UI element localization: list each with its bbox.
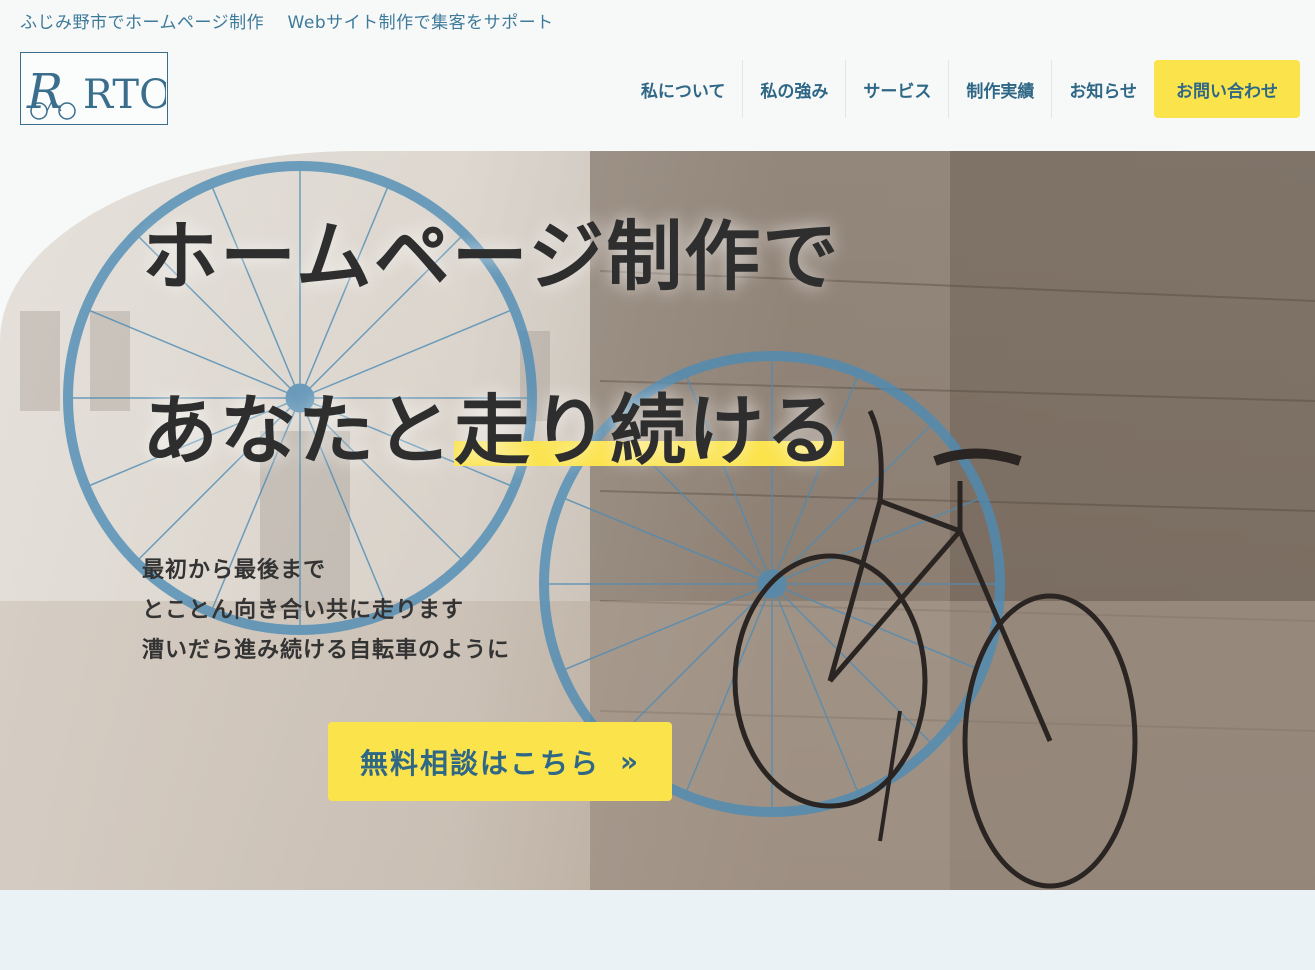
hero-copy-line: 漕いだら進み続ける自転車のように [142, 638, 511, 663]
hero-section: ホームページ制作で あなたと走り続ける 最初から最後まで とことん向き合い共に走… [0, 151, 1315, 890]
hero-title-highlight: 走り続ける [454, 386, 844, 475]
hero-title-line2: あなたと走り続ける [142, 369, 844, 479]
main-nav: 私について 私の強み サービス 制作実績 お知らせ お問い合わせ [624, 60, 1300, 118]
site-logo[interactable]: R RTO [20, 52, 168, 125]
hero-title-plain: あなたと [142, 386, 454, 475]
nav-strengths[interactable]: 私の強み [743, 60, 847, 118]
hero-copy-line: とことん向き合い共に走ります [142, 598, 465, 623]
double-chevron-right-icon: » [619, 745, 641, 778]
header-tagline: ふじみ野市でホームページ制作 Webサイト制作で集客をサポート [20, 13, 554, 33]
contact-button[interactable]: お問い合わせ [1154, 60, 1300, 118]
logo-text: RTO [83, 72, 166, 118]
nav-news[interactable]: お知らせ [1052, 60, 1154, 118]
next-section-background [0, 890, 1315, 970]
nav-services[interactable]: サービス [846, 60, 950, 118]
hero-copy: 最初から最後まで とことん向き合い共に走ります 漕いだら進み続ける自転車のように [142, 551, 510, 671]
hero-copy-line: 最初から最後まで [142, 558, 327, 583]
nav-about[interactable]: 私について [624, 60, 744, 118]
free-consultation-label: 無料相談はこちら [359, 746, 600, 780]
hero-title-line1: ホームページ制作で [142, 212, 841, 301]
free-consultation-button[interactable]: 無料相談はこちら » [328, 722, 672, 801]
nav-works[interactable]: 制作実績 [949, 60, 1053, 118]
